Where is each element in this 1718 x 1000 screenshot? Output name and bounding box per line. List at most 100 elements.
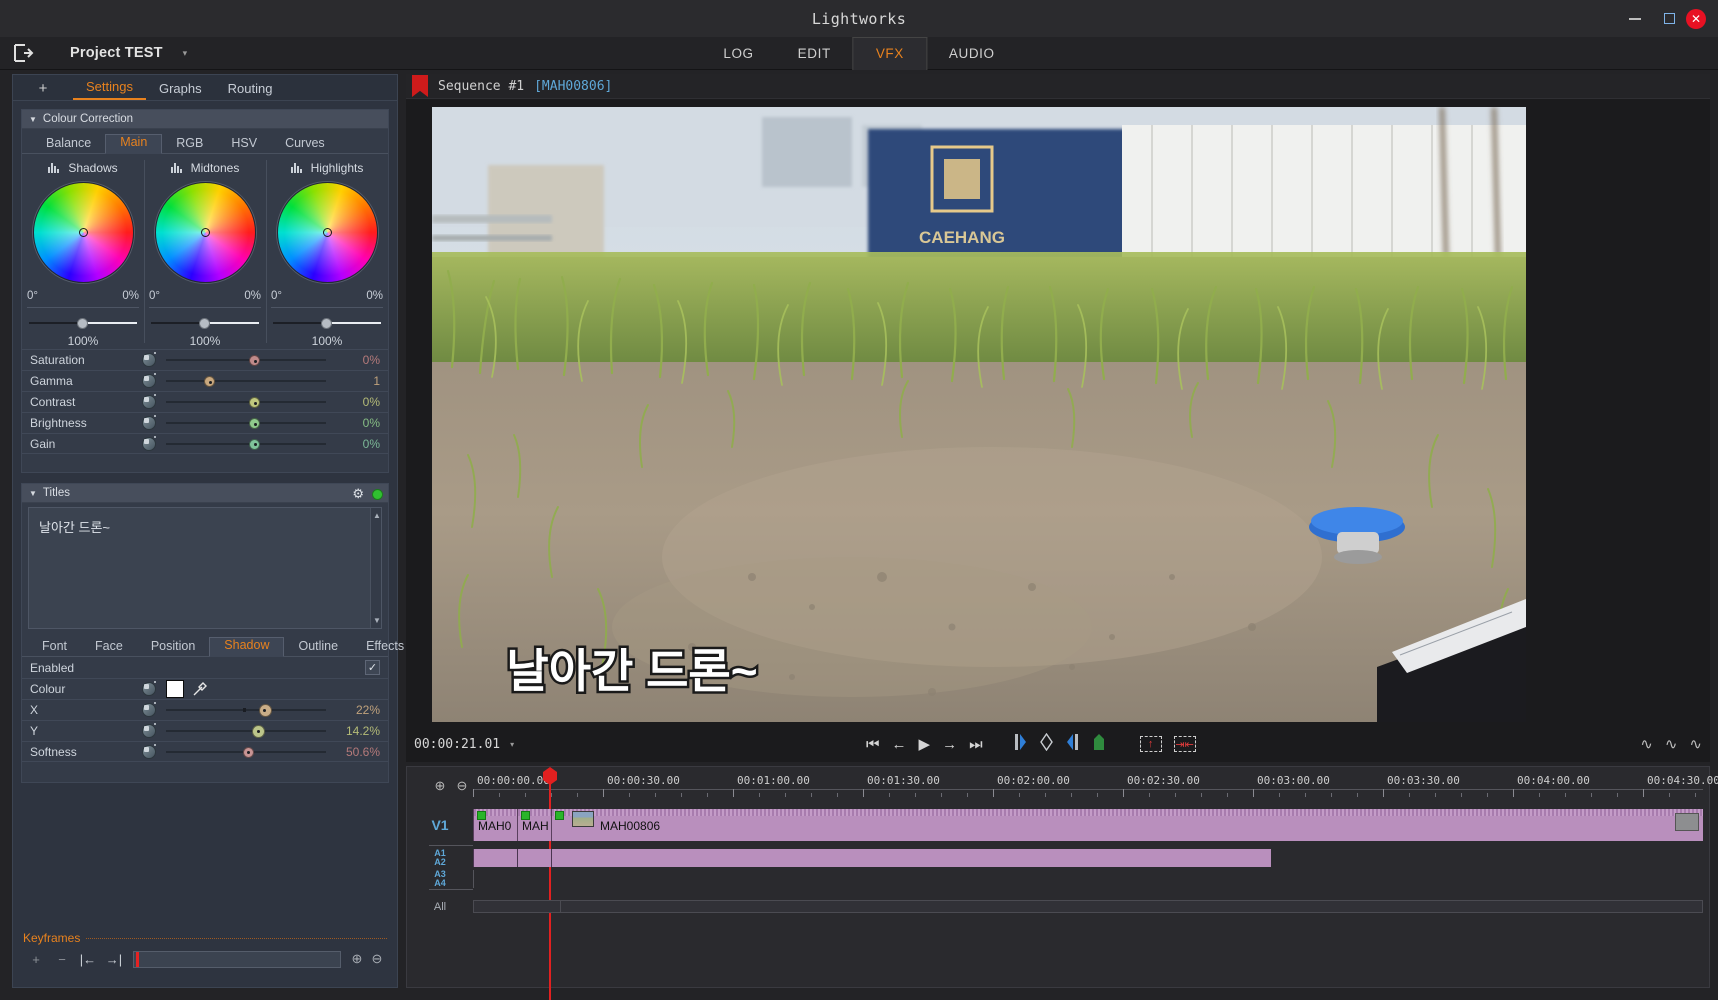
wheel-handle[interactable]	[200, 228, 210, 237]
keyframes-track[interactable]	[133, 950, 341, 968]
histogram-icon[interactable]	[290, 163, 304, 173]
shadow-y-slider[interactable]	[166, 724, 326, 738]
wheel-handle[interactable]	[322, 228, 332, 237]
timeline-clip[interactable]: MAH00806	[551, 809, 1703, 841]
wheel-gain-slider[interactable]	[273, 316, 381, 330]
minimize-button[interactable]	[1618, 0, 1652, 37]
wheel-handle[interactable]	[78, 228, 88, 237]
mark-in-icon[interactable]	[1013, 733, 1028, 756]
reset-knob-icon[interactable]	[142, 352, 156, 367]
park-icon[interactable]	[1092, 733, 1106, 756]
colour-correction-header[interactable]: ▼ Colour Correction	[22, 110, 388, 129]
timeline-clip[interactable]: MAH0	[473, 809, 517, 841]
gear-icon[interactable]: ⚙	[352, 486, 364, 502]
play-icon[interactable]: ▶	[919, 737, 931, 752]
step-back-icon[interactable]: ←	[892, 737, 907, 752]
scroll-down-icon[interactable]: ▼	[373, 616, 381, 625]
track-strip-a4[interactable]	[473, 879, 1703, 888]
track-strip-a2[interactable]	[473, 858, 1703, 867]
status-indicator[interactable]	[372, 488, 383, 500]
project-name[interactable]: Project TEST	[70, 45, 163, 61]
tab-routing[interactable]: Routing	[215, 81, 286, 100]
cc-tab-rgb[interactable]: RGB	[162, 136, 217, 153]
audio-waveform-icon[interactable]: ∿	[1640, 735, 1653, 753]
zoom-in-icon[interactable]: ⊕	[429, 778, 451, 794]
shadow-colour-swatch[interactable]	[166, 680, 184, 698]
track-strip-v1[interactable]: MAH0 MAH MAH00806	[473, 809, 1703, 841]
shadow-enabled-checkbox[interactable]: ✓	[365, 660, 380, 675]
title-text-value[interactable]: 날아간 드론~	[29, 508, 381, 545]
track-label-a2[interactable]: A2	[407, 858, 473, 867]
cc-tab-hsv[interactable]: HSV	[217, 136, 271, 153]
reset-knob-icon[interactable]	[142, 743, 156, 759]
zoom-in-icon[interactable]: ⊕	[347, 951, 367, 967]
title-text-editor[interactable]: 날아간 드론~ ▲ ▼	[28, 507, 382, 629]
mark-out-icon[interactable]	[1065, 733, 1080, 756]
saturation-slider[interactable]	[166, 353, 326, 367]
cc-tab-balance[interactable]: Balance	[32, 136, 105, 153]
timeline-time-scale[interactable]: 00:00:00.00 00:00:30.00 00:01:00.00 00:0…	[473, 773, 1718, 799]
cc-tab-curves[interactable]: Curves	[271, 136, 339, 153]
playhead-icon[interactable]	[136, 951, 139, 967]
triangle-down-icon[interactable]: ▼	[29, 115, 37, 124]
contrast-slider[interactable]	[166, 395, 326, 409]
track-label-a4[interactable]: A4	[407, 879, 473, 888]
tab-audio[interactable]: AUDIO	[927, 37, 1017, 70]
remove-keyframe-button[interactable]: −	[49, 952, 75, 967]
bookmark-icon[interactable]	[412, 75, 428, 97]
chevron-down-icon[interactable]: ▾	[510, 740, 514, 749]
scroll-up-icon[interactable]: ▲	[373, 511, 381, 520]
reset-knob-icon[interactable]	[142, 435, 156, 451]
tab-log[interactable]: LOG	[701, 37, 775, 70]
add-effect-button[interactable]: +	[13, 80, 73, 100]
tab-font[interactable]: Font	[28, 639, 81, 656]
skip-to-end-icon[interactable]: ⏭	[969, 737, 983, 752]
skip-to-start-icon[interactable]: ⏮	[866, 737, 880, 752]
tab-settings[interactable]: Settings	[73, 79, 146, 100]
colour-wheel[interactable]	[276, 182, 378, 283]
tab-shadow[interactable]: Shadow	[209, 637, 285, 657]
reset-knob-icon[interactable]	[142, 702, 156, 717]
tab-outline[interactable]: Outline	[284, 639, 352, 656]
insert-edit-icon[interactable]: ↑	[1139, 736, 1162, 752]
zoom-out-icon[interactable]: ⊖	[451, 778, 473, 794]
title-scrollbar[interactable]: ▲ ▼	[370, 508, 381, 628]
exit-icon[interactable]	[10, 42, 36, 64]
reset-knob-icon[interactable]	[142, 373, 156, 388]
tab-graphs[interactable]: Graphs	[146, 81, 215, 100]
next-keyframe-button[interactable]: →|	[101, 952, 127, 967]
tab-vfx[interactable]: VFX	[852, 36, 927, 70]
wheel-gain-slider[interactable]	[151, 316, 259, 330]
gamma-slider[interactable]	[166, 374, 326, 388]
colour-wheel[interactable]	[154, 182, 256, 283]
reset-knob-icon[interactable]	[142, 415, 156, 430]
gain-slider[interactable]	[166, 437, 326, 451]
track-label-v1[interactable]: V1	[407, 807, 473, 843]
close-button[interactable]: ✕	[1686, 8, 1706, 29]
add-keyframe-button[interactable]: +	[23, 952, 49, 967]
wheel-gain-slider[interactable]	[29, 316, 137, 330]
track-label-all[interactable]: All	[407, 898, 473, 916]
chevron-down-icon[interactable]: ▾	[183, 48, 188, 59]
shadow-softness-slider[interactable]	[166, 745, 326, 759]
eyedropper-icon[interactable]	[192, 681, 208, 697]
prev-keyframe-button[interactable]: |←	[75, 952, 101, 967]
replace-edit-icon[interactable]: ⇥⇤	[1173, 736, 1196, 752]
route-icon[interactable]: ∿	[1665, 735, 1678, 753]
step-forward-icon[interactable]: →	[942, 737, 957, 752]
brightness-slider[interactable]	[166, 416, 326, 430]
track-strip-a3[interactable]	[473, 870, 1703, 879]
titles-header[interactable]: ▼ Titles ⚙	[22, 484, 388, 503]
zoom-out-icon[interactable]: ⊖	[367, 951, 387, 967]
colour-wheel[interactable]	[32, 182, 134, 283]
current-timecode[interactable]: 00:00:21.01	[414, 737, 500, 752]
track-strip-a1[interactable]	[473, 849, 1703, 858]
tab-face[interactable]: Face	[81, 639, 137, 656]
reset-knob-icon[interactable]	[142, 394, 156, 409]
tab-position[interactable]: Position	[137, 639, 209, 656]
reset-knob-icon[interactable]	[142, 681, 156, 696]
reset-knob-icon[interactable]	[142, 723, 156, 738]
tab-edit[interactable]: EDIT	[776, 37, 853, 70]
track-strip-all[interactable]	[473, 898, 1703, 916]
shadow-x-slider[interactable]	[166, 703, 326, 717]
